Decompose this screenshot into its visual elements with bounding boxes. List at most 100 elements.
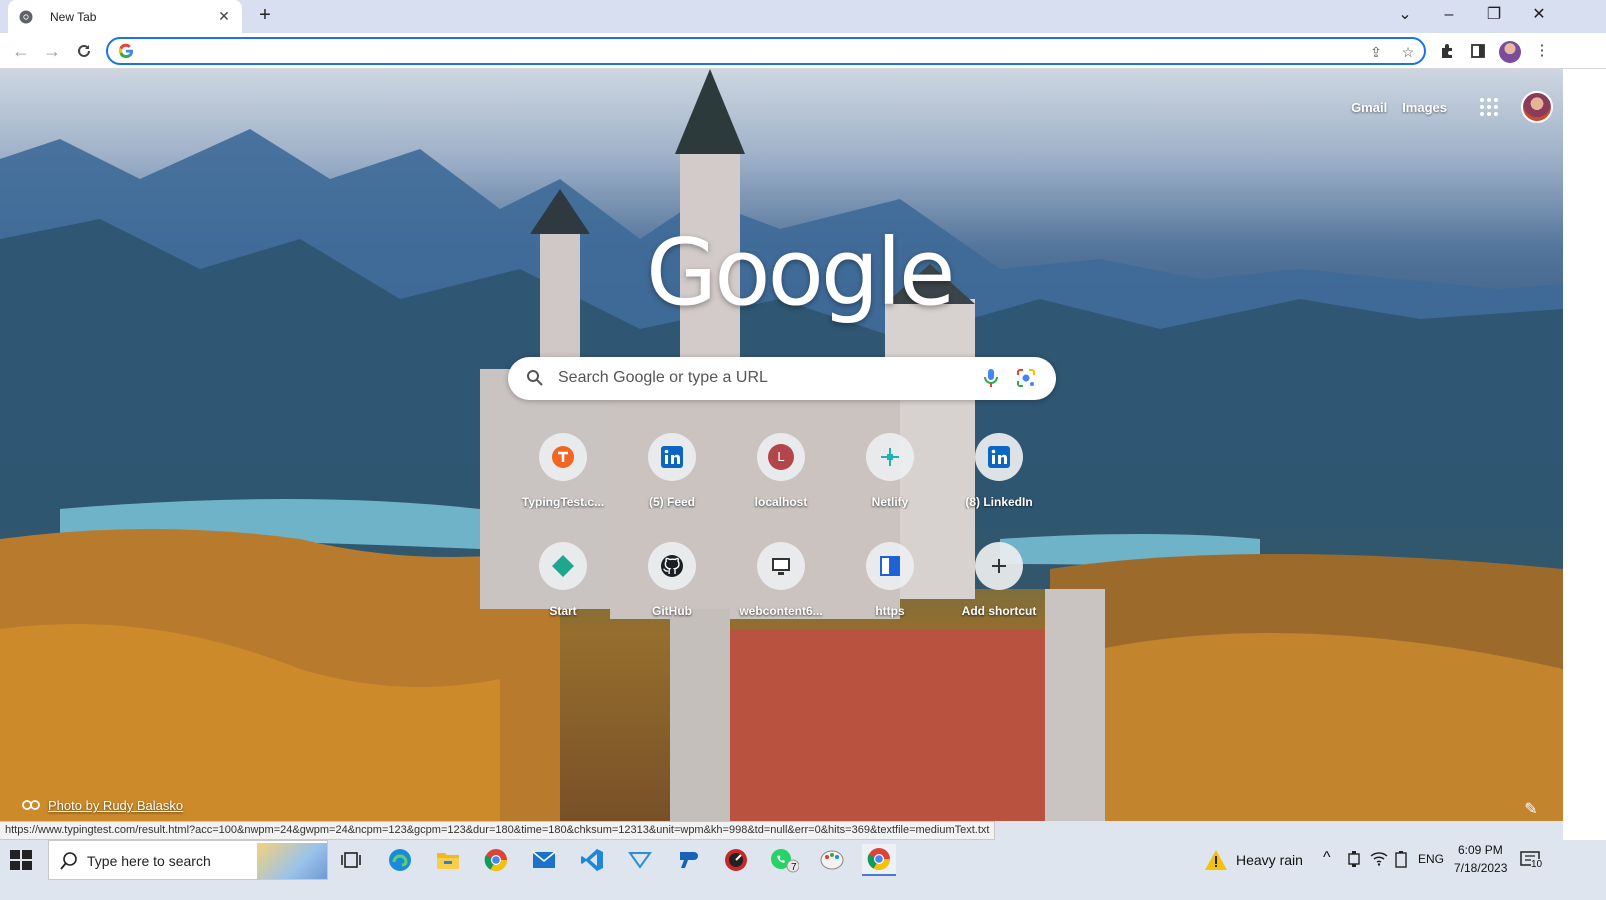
taskbar-search-box[interactable]: Type here to search bbox=[48, 840, 328, 880]
whatsapp-badge: 7 bbox=[791, 862, 797, 873]
paint-icon[interactable] bbox=[815, 844, 849, 876]
attribution-text: Photo by Rudy Balasko bbox=[48, 798, 184, 813]
browser-toolbar: ← → ⇪ ☆ ⋮ bbox=[0, 33, 1606, 69]
shortcut-feed[interactable]: (5) Feed bbox=[617, 427, 727, 527]
shortcuts-grid: TypingTest.c... (5) Feed L localhost Net… bbox=[508, 427, 1056, 637]
weather-warning-icon[interactable] bbox=[1204, 849, 1228, 876]
profile-avatar[interactable] bbox=[1499, 41, 1521, 63]
shortcut-linkedin[interactable]: (8) LinkedIn bbox=[944, 427, 1054, 527]
google-account-avatar[interactable] bbox=[1521, 91, 1553, 123]
bookmark-star-icon[interactable]: ☆ bbox=[1398, 43, 1418, 61]
battery-icon[interactable] bbox=[1395, 850, 1407, 871]
linkedin-icon bbox=[975, 433, 1023, 481]
shortcut-localhost[interactable]: L localhost bbox=[726, 427, 836, 527]
windows-taskbar: Type here to search 7 Heavy rain ^ ENG 6… bbox=[0, 840, 1606, 880]
vpn-icon[interactable] bbox=[623, 844, 657, 876]
linkedin-icon bbox=[648, 433, 696, 481]
google-apps-icon[interactable] bbox=[1477, 95, 1501, 119]
notification-count: 10 bbox=[1531, 859, 1543, 870]
search-box[interactable]: Search Google or type a URL bbox=[508, 357, 1056, 400]
vscode-icon[interactable] bbox=[575, 844, 609, 876]
google-g-icon bbox=[118, 43, 134, 59]
photo-attribution-link[interactable]: Photo by Rudy Balasko bbox=[22, 798, 183, 813]
search-highlight-art bbox=[257, 843, 327, 879]
shortcut-label: webcontent6... bbox=[739, 604, 823, 618]
plus-icon bbox=[975, 542, 1023, 590]
gmail-link[interactable]: Gmail bbox=[1351, 100, 1387, 115]
shortcut-label: localhost bbox=[754, 495, 808, 509]
netlify-icon bbox=[866, 433, 914, 481]
shortcut-label: (5) Feed bbox=[648, 495, 695, 509]
add-shortcut-button[interactable]: Add shortcut bbox=[944, 536, 1054, 636]
typingtest-icon bbox=[539, 433, 587, 481]
link-status-bubble: https://www.typingtest.com/result.html?a… bbox=[0, 821, 996, 840]
diamond-icon bbox=[539, 542, 587, 590]
tab-search-icon[interactable]: ⌄ bbox=[1393, 4, 1417, 26]
shortcut-label: https bbox=[875, 604, 905, 618]
whatsapp-icon[interactable]: 7 bbox=[767, 844, 801, 876]
share-icon[interactable]: ⇪ bbox=[1366, 43, 1386, 61]
forward-button[interactable]: → bbox=[41, 40, 63, 62]
shortcut-webcontent[interactable]: webcontent6... bbox=[726, 536, 836, 636]
google-lens-icon[interactable] bbox=[1016, 368, 1036, 388]
windows-start-icon[interactable] bbox=[10, 850, 34, 870]
close-tab-icon[interactable]: ✕ bbox=[216, 8, 232, 25]
new-tab-page: Gmail Images Google Search Google or typ… bbox=[0, 69, 1563, 821]
search-icon bbox=[59, 851, 79, 871]
shortcut-label: Netlify bbox=[871, 495, 909, 509]
chrome-icon[interactable] bbox=[479, 844, 513, 876]
menu-icon[interactable]: ⋮ bbox=[1531, 40, 1553, 62]
file-explorer-icon[interactable] bbox=[431, 844, 465, 876]
search-icon bbox=[526, 369, 544, 387]
shortcut-typingtest[interactable]: TypingTest.c... bbox=[508, 427, 618, 527]
shortcut-https[interactable]: https bbox=[835, 536, 945, 636]
shortcut-netlify[interactable]: Netlify bbox=[835, 427, 945, 527]
shortcut-label: TypingTest.c... bbox=[521, 495, 605, 509]
teams-app-icon[interactable] bbox=[671, 844, 705, 876]
wifi-icon[interactable] bbox=[1370, 850, 1388, 869]
new-tab-button[interactable]: + bbox=[254, 4, 276, 26]
edge-icon[interactable] bbox=[383, 844, 417, 876]
clock-date[interactable]: 7/18/2023 bbox=[1454, 861, 1507, 875]
close-window-button[interactable]: ✕ bbox=[1527, 4, 1551, 26]
shortcut-label: Add shortcut bbox=[961, 604, 1037, 618]
weather-text[interactable]: Heavy rain bbox=[1236, 852, 1303, 868]
chevron-up-icon[interactable]: ^ bbox=[1323, 849, 1331, 867]
address-bar[interactable]: ⇪ ☆ bbox=[106, 37, 1426, 65]
microphone-icon[interactable] bbox=[982, 368, 1000, 388]
shortcut-label: Start bbox=[549, 604, 577, 618]
letter-l-icon: L bbox=[757, 433, 805, 481]
side-panel-icon[interactable] bbox=[1467, 40, 1489, 62]
mail-icon[interactable] bbox=[527, 844, 561, 876]
webcontent-icon bbox=[757, 542, 805, 590]
wpm-app-icon[interactable] bbox=[719, 844, 753, 876]
chrome-active-icon[interactable] bbox=[862, 844, 896, 876]
shortcut-label: GitHub bbox=[652, 604, 692, 618]
link-icon bbox=[22, 798, 40, 813]
reload-button[interactable] bbox=[73, 40, 95, 62]
https-icon bbox=[866, 542, 914, 590]
customize-pencil-icon[interactable]: ✎ bbox=[1520, 799, 1542, 821]
top-links: Gmail Images bbox=[1351, 91, 1553, 123]
images-link[interactable]: Images bbox=[1402, 100, 1447, 115]
notifications-icon[interactable]: 10 bbox=[1520, 850, 1543, 870]
extensions-icon[interactable] bbox=[1436, 40, 1458, 62]
device-icon[interactable] bbox=[1347, 850, 1361, 871]
shortcut-start[interactable]: Start bbox=[508, 536, 618, 636]
minimize-button[interactable]: – bbox=[1437, 4, 1461, 26]
tab-strip: New Tab ✕ + ⌄ – ❐ ✕ bbox=[0, 0, 1606, 33]
back-button[interactable]: ← bbox=[10, 40, 32, 62]
shortcut-github[interactable]: GitHub bbox=[617, 536, 727, 636]
github-icon bbox=[648, 542, 696, 590]
restore-button[interactable]: ❐ bbox=[1482, 4, 1506, 26]
taskbar-search-placeholder: Type here to search bbox=[87, 853, 211, 869]
shortcut-label: (8) LinkedIn bbox=[965, 495, 1033, 509]
google-logo: Google bbox=[646, 219, 955, 326]
task-view-icon[interactable] bbox=[334, 844, 368, 876]
language-indicator[interactable]: ENG bbox=[1418, 852, 1444, 866]
chrome-icon bbox=[18, 9, 34, 25]
clock-time[interactable]: 6:09 PM bbox=[1458, 843, 1503, 857]
tab-new-tab[interactable]: New Tab ✕ bbox=[8, 0, 242, 33]
address-input[interactable] bbox=[142, 42, 1342, 60]
tab-title: New Tab bbox=[50, 9, 97, 24]
